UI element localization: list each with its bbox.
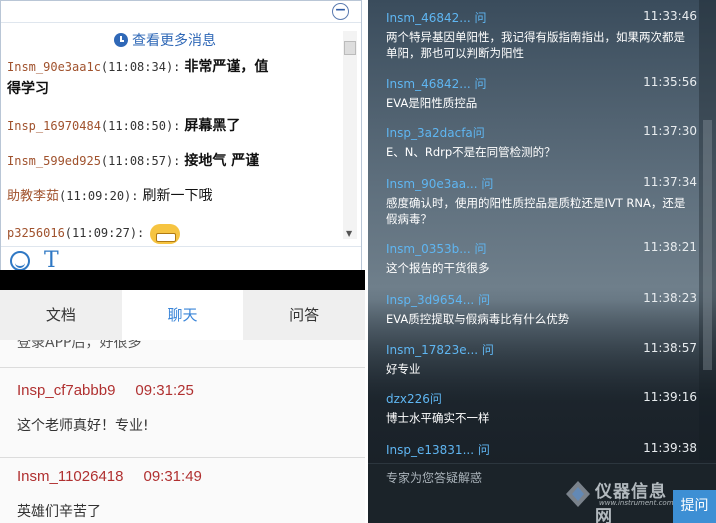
clock-icon xyxy=(114,33,128,47)
message-text: 两个特异基因单阳性，我记得有版指南指出，如果两次都是单阳，那也可以判断为阳性 xyxy=(386,30,685,60)
message-text: 这个报告的干货很多 xyxy=(386,261,490,275)
message-text: 屏幕黑了 xyxy=(184,118,241,134)
chat-message: Insm_90e3aa1c(11:08:34): 非常严谨，值 得学习 xyxy=(7,56,332,97)
emoji-icon[interactable] xyxy=(10,251,30,271)
message-time: 11:33:46 xyxy=(643,9,697,23)
message-time: 11:38:57 xyxy=(643,341,697,355)
laughing-emoji-icon xyxy=(150,223,181,244)
tab-qa[interactable]: 问答 xyxy=(243,290,365,340)
tab-document[interactable]: 文档 xyxy=(0,290,122,340)
message-time: 11:37:30 xyxy=(643,124,697,138)
message-time: (11:09:20): xyxy=(59,189,139,203)
message-header: Insp_cf7abbb9 09:31:25 xyxy=(17,382,194,399)
message-user[interactable]: Insp_3d9654... 问 xyxy=(386,291,490,308)
message-user[interactable]: Insp_cf7abbb9 xyxy=(17,382,115,399)
message-time: 11:35:56 xyxy=(643,75,697,89)
message-time: 11:38:23 xyxy=(643,291,697,305)
message-time: 11:39:16 xyxy=(643,390,697,404)
message-user[interactable]: Insm_0353b... 问 xyxy=(386,240,487,257)
message-time: (11:09:27): xyxy=(64,226,145,240)
message-user[interactable]: Insm_90e3aa... 问 xyxy=(386,175,493,192)
message-text: 感度确认时，使用的阳性质控品是质粒还是IVT RNA，还是假病毒？ xyxy=(386,196,686,226)
message-header: Insm_11026418 09:31:49 xyxy=(17,468,202,485)
chat-message: 助教李茹(11:09:20): 刷新一下哦 xyxy=(7,185,332,208)
message-separator xyxy=(0,457,365,458)
message-user[interactable]: Insm_90e3aa1c xyxy=(7,60,101,74)
message-time: (11:08:57): xyxy=(100,154,181,168)
message-user[interactable]: Insp_e13831... 问 xyxy=(386,441,490,458)
message-text: 好专业 xyxy=(386,362,421,376)
message-separator xyxy=(0,367,365,368)
message-text: 博士水平确实不一样 xyxy=(386,411,490,425)
scroll-down-arrow-icon[interactable]: ▼ xyxy=(346,229,352,238)
chat-message: p3256016(11:09:27): xyxy=(7,222,332,244)
live-chat-panel: Insm_46842... 问 11:33:46 两个特异基因单阳性，我记得有版… xyxy=(368,0,716,523)
chat-scrollbar[interactable] xyxy=(699,0,716,460)
chat-message: Insp_16970484(11:08:50): 屏幕黑了 xyxy=(7,115,332,137)
message-time: 09:31:25 xyxy=(135,382,194,399)
message-user[interactable]: Insp_3a2dacfa问 xyxy=(386,124,485,141)
tab-bar: 文档 聊天 问答 xyxy=(0,290,365,340)
message-user[interactable]: Insm_17823e... 问 xyxy=(386,341,494,358)
message-text: 这个老师真好！专业! xyxy=(17,418,149,434)
message-user[interactable]: dzx226问 xyxy=(386,390,442,407)
message-time: 11:37:34 xyxy=(643,175,697,189)
message-text: E、N、Rdrp不是在同管检测的？ xyxy=(386,145,556,159)
panel-divider xyxy=(0,270,365,290)
input-toolbar: T xyxy=(1,246,361,273)
watermark-url: www.instrument.com.cn xyxy=(599,499,685,507)
message-user[interactable]: Insp_16970484 xyxy=(7,119,101,133)
message-user[interactable]: Insm_46842... 问 xyxy=(386,9,487,26)
message-text: 英雄们辛苦了 xyxy=(17,504,101,520)
mobile-chat-panel: 文档 聊天 问答 登录APP后，好很多 Insp_cf7abbb9 09:31:2… xyxy=(0,290,365,523)
message-text: EVA质控提取与假病毒比有什么优势 xyxy=(386,312,570,326)
message-text-continued: 得学习 xyxy=(7,81,49,97)
message-time: (11:08:50): xyxy=(100,119,181,133)
instrument-watermark: 仪器信息网 www.instrument.com.cn xyxy=(563,475,684,523)
message-user[interactable]: Insm_11026418 xyxy=(17,468,123,485)
question-input[interactable]: 专家为您答疑解惑 xyxy=(386,469,482,486)
message-user[interactable]: Insm_46842... 问 xyxy=(386,75,487,92)
scrollbar-thumb[interactable] xyxy=(703,120,712,370)
message-text: 接地气 严谨 xyxy=(184,153,260,169)
view-more-messages-link[interactable]: 查看更多消息 xyxy=(114,31,216,49)
ask-button[interactable]: 提问 xyxy=(673,490,716,523)
message-time: 09:31:49 xyxy=(143,468,202,485)
message-text: 非常严谨，值 xyxy=(184,59,269,75)
chat-message: Insm_599ed925(11:08:57): 接地气 严谨 xyxy=(7,150,332,172)
message-text: EVA是阳性质控品 xyxy=(386,96,478,110)
scrollbar-thumb[interactable] xyxy=(344,41,356,55)
desktop-chat-panel: − 查看更多消息 Insm_90e3aa1c(11:08:34): 非常严谨，值 … xyxy=(0,0,362,273)
message-user[interactable]: 助教李茹 xyxy=(7,189,59,204)
message-user[interactable]: p3256016 xyxy=(7,226,65,240)
tab-chat[interactable]: 聊天 xyxy=(121,290,244,340)
message-scrollbar[interactable] xyxy=(343,31,357,239)
message-text: 刷新一下哦 xyxy=(142,188,213,204)
watermark-logo-icon xyxy=(566,481,590,507)
message-time: 11:39:38 xyxy=(643,441,697,455)
message-time: (11:08:34): xyxy=(100,60,181,74)
message-time: 11:38:21 xyxy=(643,240,697,254)
chat-topbar: − xyxy=(1,1,361,23)
view-more-label: 查看更多消息 xyxy=(132,33,216,49)
collapse-button[interactable]: − xyxy=(332,3,349,20)
message-user[interactable]: Insm_599ed925 xyxy=(7,154,101,168)
